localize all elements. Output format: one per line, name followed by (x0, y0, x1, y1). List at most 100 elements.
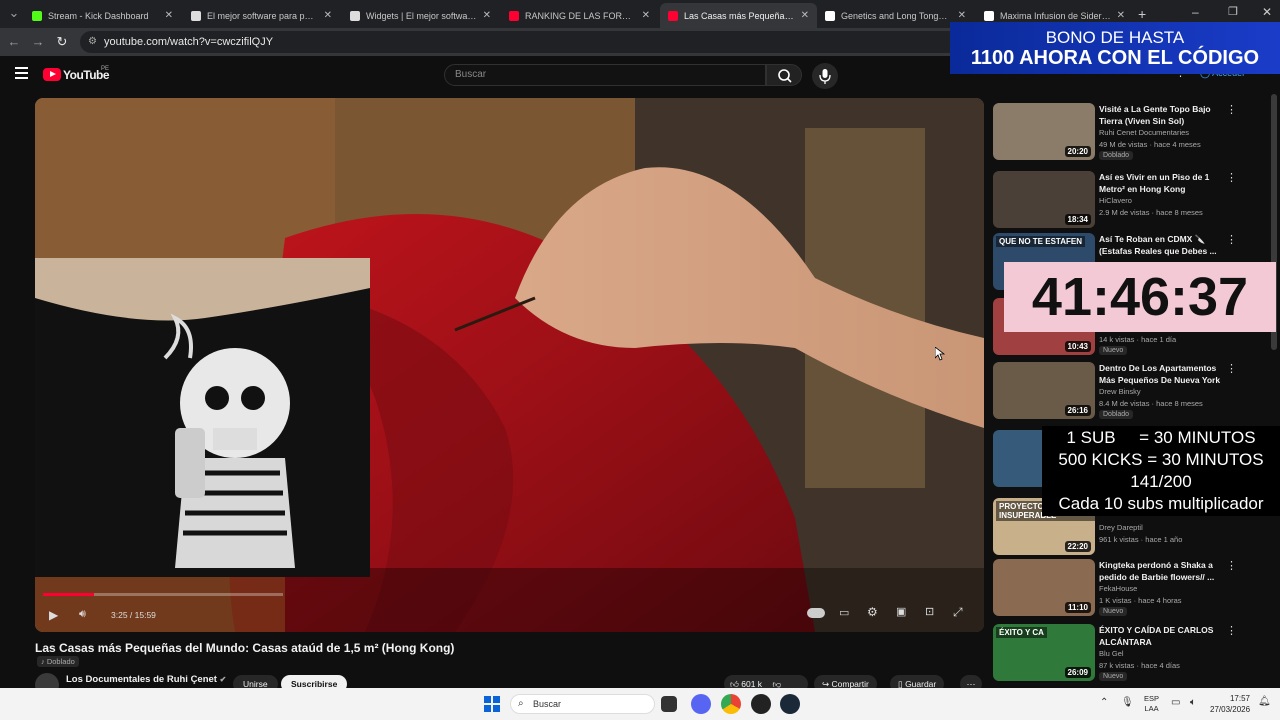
tab-close-icon[interactable]: ✕ (958, 10, 966, 21)
tab-close-icon[interactable]: ✕ (324, 10, 332, 21)
video-meta: 2.9 M de vistas · hace 8 meses (1099, 208, 1203, 217)
search-button[interactable] (766, 64, 802, 86)
clock[interactable]: 17:57 27/03/2026 (1210, 693, 1250, 715)
video-channel: FekaHouse (1099, 584, 1138, 593)
tab-close-icon[interactable]: ✕ (165, 10, 173, 21)
chrome-icon[interactable] (721, 694, 741, 714)
video-title: Así Te Roban en CDMX 🔪 (Estafas Reales q… (1099, 234, 1217, 256)
browser-tab[interactable]: Widgets | El mejor software para ✕ (342, 3, 499, 28)
speaker-icon[interactable]: 🔈︎ (1190, 697, 1196, 708)
subathon-timer-box: 41:46:37 (1004, 262, 1276, 332)
video-duration: 22:20 (1064, 541, 1091, 552)
tshirt-skeleton-image (35, 258, 370, 577)
volume-icon[interactable]: 🔊︎ (79, 608, 86, 621)
back-arrow-icon[interactable]: ← (4, 32, 24, 52)
windows-taskbar: ⌕ Buscar ⌃ 🎙︎ ESP LAA ▭ 🔈︎ 17:57 27/03/2… (0, 688, 1280, 720)
play-icon[interactable]: ▶ (49, 608, 58, 622)
related-video-item[interactable]: 11:10 Kingteka perdonó a Shaka a pedido d… (993, 559, 1243, 619)
video-menu-icon[interactable]: ⋮ (1226, 171, 1237, 184)
tab-title: Genetics and Long Tongue: Fas (841, 10, 952, 21)
video-menu-icon[interactable]: ⋮ (1226, 233, 1237, 246)
browser-tab[interactable]: El mejor software para potenciar ✕ (183, 3, 340, 28)
chevron-up-icon[interactable]: ⌃ (1100, 697, 1108, 708)
subathon-timer: 41:46:37 (1031, 267, 1249, 327)
channel-name-text: Los Documentales de Ruhi Çenet (66, 674, 217, 685)
video-menu-icon[interactable]: ⋮ (1226, 624, 1237, 637)
new-tab-button[interactable]: + (1138, 6, 1146, 22)
progress-bar[interactable] (43, 593, 283, 596)
obs-icon[interactable] (751, 694, 771, 714)
youtube-logo-icon[interactable] (43, 68, 61, 81)
tab-close-icon[interactable]: ✕ (483, 10, 491, 21)
progress-fill (43, 593, 95, 596)
video-menu-icon[interactable]: ⋮ (1226, 362, 1237, 375)
browser-tab[interactable]: Las Casas más Pequeñas del M ✕ (660, 3, 817, 28)
channel-name[interactable]: Los Documentales de Ruhi Çenet ✔ (66, 674, 226, 685)
autoplay-toggle[interactable] (807, 608, 825, 618)
tab-favicon-icon (668, 10, 678, 21)
video-menu-icon[interactable]: ⋮ (1226, 103, 1237, 116)
video-thumbnail[interactable]: ÉXITO Y CA 26:09 (993, 624, 1095, 681)
video-meta: 1 K vistas · hace 4 horas (1099, 596, 1182, 605)
video-title: Visité a La Gente Topo Bajo Tierra (Vive… (1099, 104, 1211, 126)
video-player[interactable]: ▶ 🔊︎ 3:25 / 15:59 ▭ ⚙ ▣ ⊡ ⤢ (35, 98, 984, 632)
video-badge: Doblado (1099, 410, 1134, 419)
video-channel: HiClavero (1099, 196, 1132, 205)
video-thumbnail[interactable]: 18:34 (993, 171, 1095, 228)
tab-title: Las Casas más Pequeñas del M (684, 10, 795, 21)
clock-time: 17:57 (1229, 694, 1250, 703)
related-video-item[interactable]: ÉXITO Y CA 26:09 ÉXITO Y CAÍDA DE CARLOS A… (993, 624, 1243, 684)
tab-close-icon[interactable]: ✕ (1117, 10, 1125, 21)
mouse-cursor-icon (935, 347, 945, 361)
video-thumbnail[interactable]: 11:10 (993, 559, 1095, 616)
rule-line: 500 KICKS = 30 MINUTOS (1058, 450, 1264, 469)
reload-icon[interactable]: ↻ (52, 32, 72, 52)
video-thumbnail[interactable]: 26:16 (993, 362, 1095, 419)
video-menu-icon[interactable]: ⋮ (1226, 559, 1237, 572)
tab-favicon-icon (825, 10, 835, 21)
search-icon: ⌕ (518, 698, 524, 709)
keyboard-layout: LAA (1144, 704, 1159, 713)
site-info-icon[interactable]: ⚙ (88, 31, 97, 53)
promo-line1: BONO DE HASTA (1045, 28, 1185, 47)
minimize-window-button[interactable]: – (1192, 5, 1199, 19)
video-title: Las Casas más Pequeñas del Mundo: Casas … (35, 641, 455, 655)
address-bar[interactable]: ⚙ youtube.com/watch?v=cwczifilQJY (80, 31, 960, 53)
close-window-button[interactable]: ✕ (1262, 5, 1272, 19)
fullscreen-icon[interactable]: ⤢ (953, 605, 963, 620)
tab-close-icon[interactable]: ✕ (801, 10, 809, 21)
maximize-window-button[interactable]: ❐ (1228, 5, 1238, 18)
video-title: Kingteka perdonó a Shaka a pedido de Bar… (1099, 560, 1215, 582)
browser-tab[interactable]: Stream - Kick Dashboard ✕ (24, 3, 181, 28)
taskbar-search[interactable]: ⌕ Buscar (510, 694, 655, 714)
discord-icon[interactable] (691, 694, 711, 714)
browser-tab[interactable]: RANKING DE LAS FORTUNAS DE ✕ (501, 3, 658, 28)
task-view-icon[interactable] (661, 696, 677, 712)
language-indicator[interactable]: ESP LAA (1144, 694, 1159, 714)
forward-arrow-icon[interactable]: → (28, 32, 48, 52)
video-thumbnail[interactable]: 20:20 (993, 103, 1095, 160)
related-video-item[interactable]: 18:34 Así es Vivir en un Piso de 1 Metro²… (993, 171, 1243, 231)
tab-favicon-icon (350, 10, 360, 21)
miniplayer-icon[interactable]: ▣ (896, 605, 906, 618)
thumbnail-caption: ÉXITO Y CA (996, 627, 1047, 638)
tab-close-icon[interactable]: ✕ (642, 10, 650, 21)
search-input[interactable]: Buscar (444, 64, 766, 86)
windows-start-icon[interactable] (484, 696, 500, 712)
related-video-item[interactable]: 26:16 Dentro De Los Apartamentos Más Pequ… (993, 362, 1243, 422)
taskbar-search-label: Buscar (533, 699, 562, 709)
notification-bell-icon[interactable]: 🔔︎ (1258, 696, 1271, 707)
subtitles-icon[interactable]: ▭ (839, 606, 849, 619)
steam-icon[interactable] (780, 694, 800, 714)
language-code: ESP (1144, 694, 1160, 703)
network-icon[interactable]: ▭ (1171, 697, 1180, 708)
voice-search-button[interactable] (812, 63, 838, 89)
related-video-item[interactable]: 20:20 Visité a La Gente Topo Bajo Tierra … (993, 103, 1243, 163)
hamburger-menu-icon[interactable] (15, 67, 28, 79)
settings-gear-icon[interactable]: ⚙ (867, 605, 878, 619)
microphone-tray-icon[interactable]: 🎙︎ (1121, 697, 1134, 708)
video-channel: Drey Dareptil (1099, 523, 1143, 532)
tab-search-button[interactable]: ⌄ (4, 3, 24, 23)
cast-icon[interactable]: ⊡ (925, 605, 934, 618)
thumbnail-caption: QUE NO TE ESTAFEN (996, 236, 1085, 247)
